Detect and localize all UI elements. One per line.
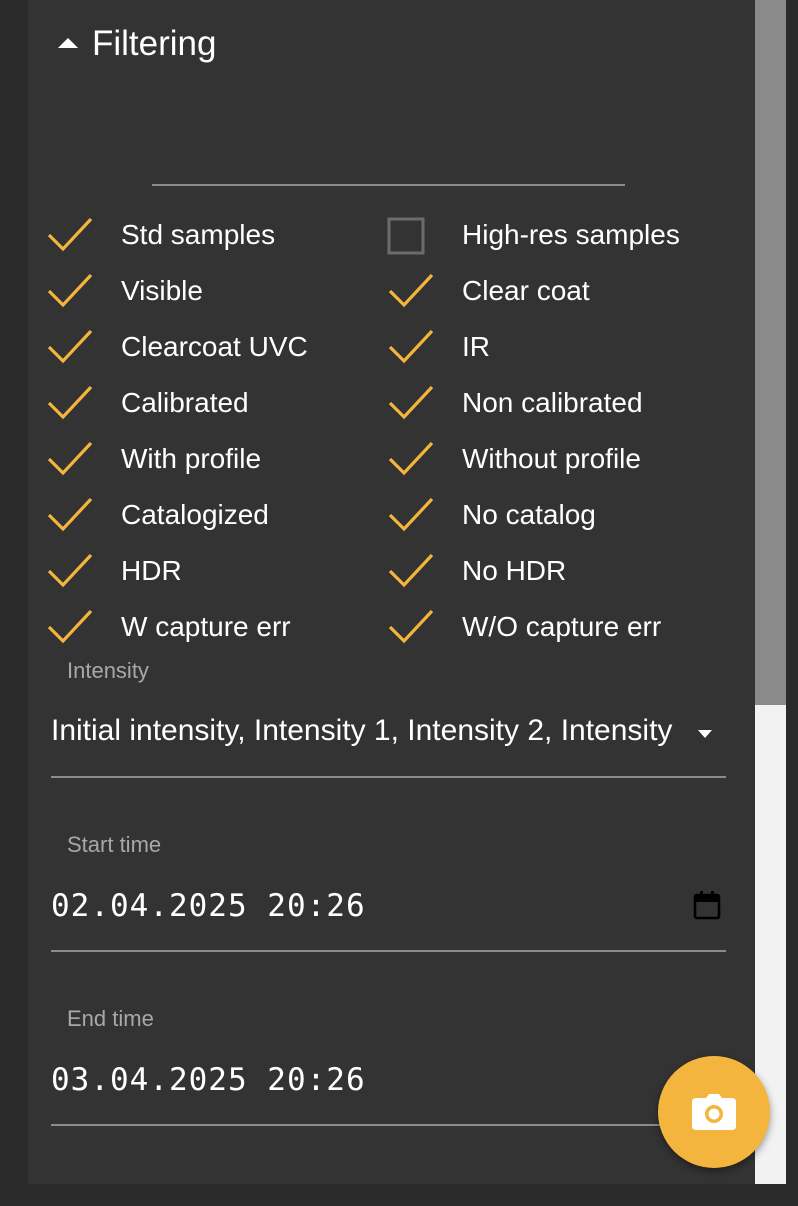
checkmark-icon[interactable] [46,267,94,315]
checkbox-high-res-samples[interactable]: High-res samples [387,207,746,263]
checkbox-label: Calibrated [121,387,249,418]
checkbox-label: Without profile [462,443,641,474]
checkbox-label: W/O capture err [462,611,662,642]
chevron-down-icon[interactable] [698,730,712,738]
checkbox-non-calibrated[interactable]: Non calibrated [387,375,746,431]
checkmark-icon[interactable] [387,379,435,427]
checkmark-icon[interactable] [46,491,94,539]
checkmark-icon[interactable] [46,211,94,259]
caret-up-icon [58,38,78,48]
checkbox-label: Visible [121,275,203,306]
start-time-label: Start time [67,832,162,857]
scrollbar-thumb[interactable] [755,0,786,705]
end-time-underline [51,1124,726,1126]
checkbox-hdr[interactable]: HDR [46,543,387,599]
checkmark-icon[interactable] [46,323,94,371]
scrollbar-track[interactable] [755,0,786,1184]
checkbox-visible[interactable]: Visible [46,263,387,319]
section-title: Filtering [92,24,217,63]
end-time-value[interactable]: 03.04.2025 20:26 [51,1062,366,1098]
checkbox-empty-icon[interactable] [387,211,435,259]
calendar-icon[interactable] [693,890,721,920]
checkbox-clear-coat[interactable]: Clear coat [387,263,746,319]
end-time-label: End time [67,1006,154,1031]
checkbox-no-hdr[interactable]: No HDR [387,543,746,599]
checkbox-without-profile[interactable]: Without profile [387,431,746,487]
checkbox-calibrated[interactable]: Calibrated [46,375,387,431]
checkmark-icon[interactable] [46,547,94,595]
intensity-label: Intensity [67,658,149,683]
checkbox-ir[interactable]: IR [387,319,746,375]
checkbox-label: No catalog [462,499,596,530]
checkbox-label: Catalogized [121,499,269,530]
checkbox-label: Clearcoat UVC [121,331,308,362]
checkbox-label: HDR [121,555,182,586]
checkmark-icon[interactable] [387,547,435,595]
checkmark-icon[interactable] [387,323,435,371]
checkbox-label: IR [462,331,490,362]
checkbox-with-profile[interactable]: With profile [46,431,387,487]
checkbox-label: Clear coat [462,275,590,306]
filtering-section-header[interactable]: Filtering [58,24,216,64]
start-time-underline [51,950,726,952]
checkbox-label: Non calibrated [462,387,643,418]
checkmark-icon[interactable] [46,603,94,651]
checkbox-label: With profile [121,443,262,474]
intensity-underline [51,776,726,778]
checkbox-w-capture-err[interactable]: W capture err [46,599,387,655]
checkmark-icon[interactable] [46,435,94,483]
checkmark-icon[interactable] [387,267,435,315]
checkbox-label: No HDR [462,555,567,586]
checkbox-label: W capture err [121,611,291,642]
checkbox-w-o-capture-err[interactable]: W/O capture err [387,599,746,655]
divider [152,184,625,186]
checkmark-icon[interactable] [387,603,435,651]
checkbox-clearcoat-uvc[interactable]: Clearcoat UVC [46,319,387,375]
checkbox-catalogized[interactable]: Catalogized [46,487,387,543]
camera-icon [692,1094,736,1130]
intensity-value[interactable]: Initial intensity, Intensity 1, Intensit… [51,714,713,748]
checkmark-icon[interactable] [387,435,435,483]
checkbox-std-samples[interactable]: Std samples [46,207,387,263]
filter-checkbox-grid: Std samples High-res samples Visible Clear … [46,207,746,655]
checkbox-label: Std samples [121,219,276,250]
checkbox-no-catalog[interactable]: No catalog [387,487,746,543]
checkmark-icon[interactable] [387,491,435,539]
camera-fab-button[interactable] [658,1056,770,1168]
checkbox-label: High-res samples [462,219,680,250]
checkmark-icon[interactable] [46,379,94,427]
start-time-value[interactable]: 02.04.2025 20:26 [51,888,366,924]
